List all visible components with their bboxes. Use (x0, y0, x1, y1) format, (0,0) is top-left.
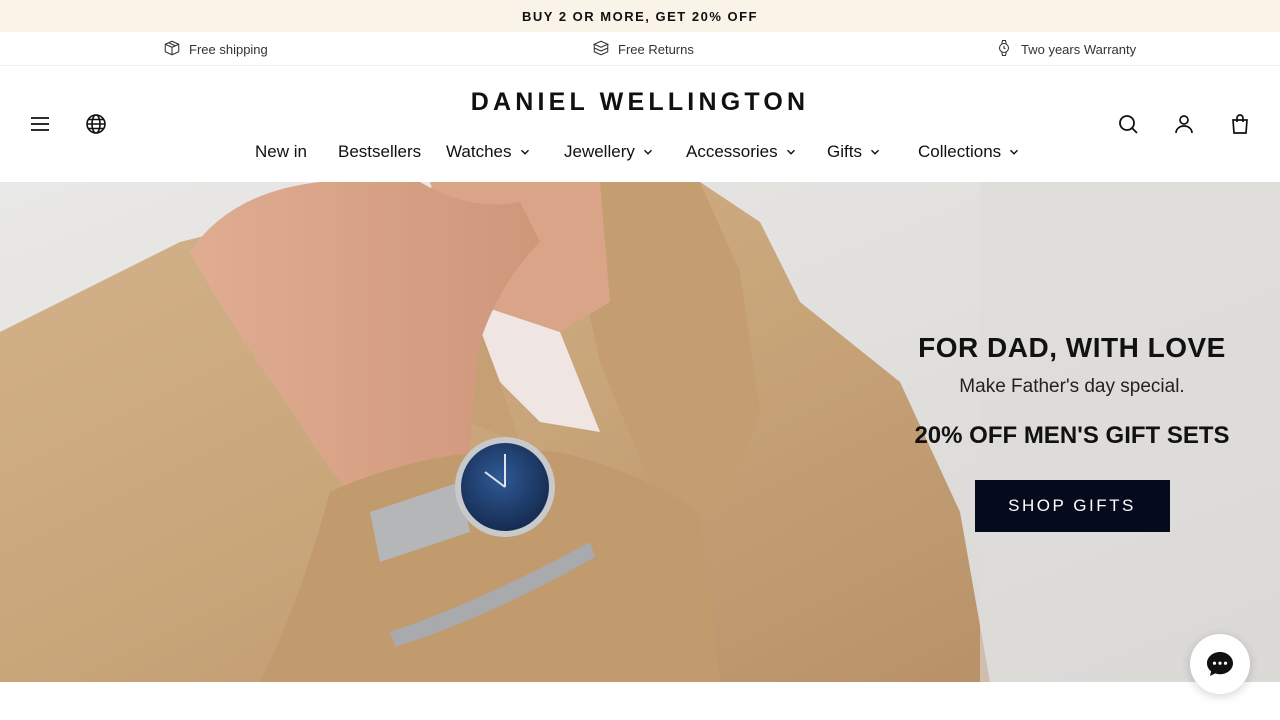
nav-item-jewellery[interactable]: Jewellery (564, 142, 655, 162)
usp-free-returns: Free Returns (592, 32, 694, 66)
promo-text: BUY 2 OR MORE, GET 20% OFF (522, 8, 758, 24)
box-icon (163, 39, 181, 60)
main-nav: New in Bestsellers Watches Jewellery Acc… (0, 142, 1280, 166)
account-icon[interactable] (1168, 108, 1200, 140)
hero-copy: FOR DAD, WITH LOVE Make Father's day spe… (900, 332, 1244, 532)
chevron-down-icon (520, 149, 529, 155)
hero-offer: 20% OFF MEN'S GIFT SETS (914, 422, 1230, 449)
usp-warranty: Two years Warranty (995, 32, 1136, 66)
nav-item-watches[interactable]: Watches (446, 142, 532, 162)
nav-item-collections[interactable]: Collections (918, 142, 1021, 162)
nav-label: Watches (446, 142, 512, 161)
bag-icon[interactable] (1224, 108, 1256, 140)
usp-label: Two years Warranty (1021, 41, 1137, 57)
nav-label: Bestsellers (338, 142, 422, 161)
hero-banner[interactable]: FOR DAD, WITH LOVE Make Father's day spe… (0, 182, 1280, 682)
usp-free-shipping: Free shipping (163, 32, 268, 66)
chevron-down-icon (1010, 149, 1019, 155)
hero-title: FOR DAD, WITH LOVE (918, 332, 1226, 363)
nav-item-accessories[interactable]: Accessories (686, 142, 798, 162)
nav-label: Collections (918, 142, 1002, 161)
nav-item-new-in[interactable]: New in (255, 142, 307, 162)
brand-logo[interactable]: DANIEL WELLINGTON (0, 88, 1280, 117)
promo-bar: BUY 2 OR MORE, GET 20% OFF (0, 0, 1280, 32)
chat-button[interactable] (1190, 634, 1250, 694)
nav-item-bestsellers[interactable]: Bestsellers (338, 142, 421, 162)
watch-icon (995, 39, 1013, 60)
nav-label: New in (255, 142, 307, 161)
chevron-down-icon (643, 149, 652, 155)
return-box-icon (592, 39, 610, 60)
nav-item-gifts[interactable]: Gifts (827, 142, 882, 162)
site-header: DANIEL WELLINGTON New in Bestsellers Wat… (0, 66, 1280, 182)
usp-label: Free Returns (618, 41, 694, 57)
hero-subtitle: Make Father's day special. (959, 376, 1185, 397)
nav-label: Gifts (827, 142, 862, 161)
chat-icon (1207, 652, 1233, 676)
chevron-down-icon (786, 149, 795, 155)
shop-gifts-button[interactable]: SHOP GIFTS (974, 480, 1170, 532)
usp-label: Free shipping (189, 41, 268, 57)
search-icon[interactable] (1112, 108, 1144, 140)
usp-bar: Free shipping Free Returns Two years War… (0, 32, 1280, 66)
chevron-down-icon (870, 149, 879, 155)
nav-label: Jewellery (564, 142, 635, 161)
nav-label: Accessories (686, 142, 778, 161)
